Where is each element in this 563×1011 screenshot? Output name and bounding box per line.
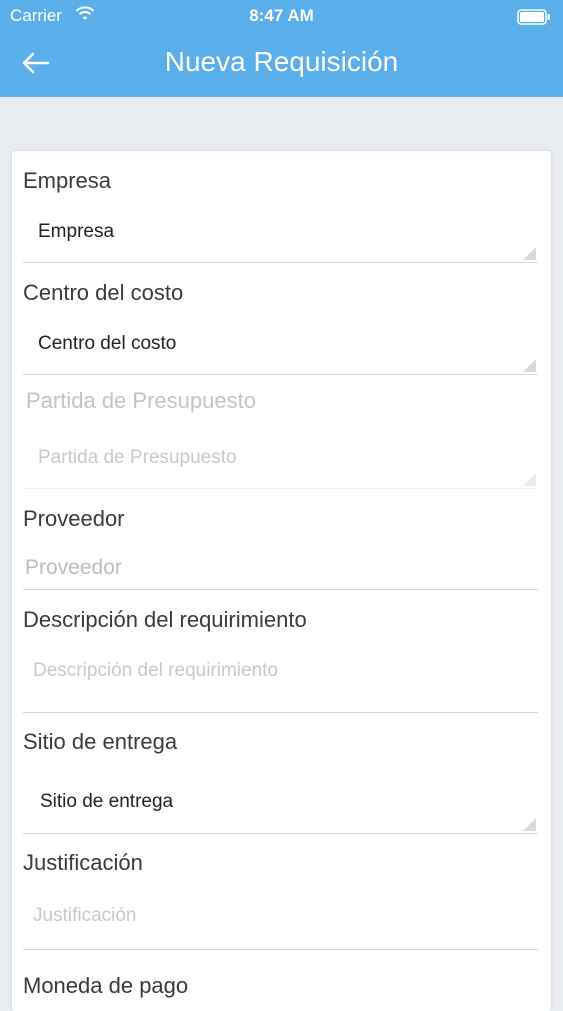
partida-label: Partida de Presupuesto bbox=[26, 388, 256, 413]
partida-placeholder: Partida de Presupuesto bbox=[38, 447, 237, 468]
centro-costo-label: Centro del costo bbox=[23, 280, 184, 305]
justificacion-placeholder: Justificación bbox=[33, 905, 137, 926]
descripcion-placeholder: Descripción del requirimiento bbox=[33, 660, 278, 681]
proveedor-input[interactable]: Proveedor bbox=[23, 544, 538, 590]
centro-costo-value: Centro del costo bbox=[38, 333, 177, 354]
nav-bar: Nueva Requisición bbox=[0, 32, 563, 97]
descripcion-textarea[interactable]: Descripción del requirimiento bbox=[23, 648, 538, 713]
partida-select[interactable]: Partida de Presupuesto bbox=[23, 427, 538, 489]
sitio-select[interactable]: Sitio de entrega bbox=[23, 771, 538, 834]
moneda-label: Moneda de pago bbox=[23, 973, 189, 998]
dropdown-caret-icon bbox=[523, 359, 536, 372]
sitio-value: Sitio de entrega bbox=[40, 791, 174, 812]
app-header: Carrier 8:47 AM Nueva Requisición bbox=[0, 0, 563, 97]
proveedor-label: Proveedor bbox=[23, 506, 125, 531]
proveedor-placeholder: Proveedor bbox=[25, 556, 122, 579]
justificacion-label: Justificación bbox=[23, 850, 143, 875]
empresa-select[interactable]: Empresa bbox=[23, 209, 538, 263]
centro-costo-select[interactable]: Centro del costo bbox=[23, 321, 538, 375]
justificacion-textarea[interactable]: Justificación bbox=[23, 891, 538, 950]
clock: 8:47 AM bbox=[249, 6, 314, 25]
page-title: Nueva Requisición bbox=[164, 46, 399, 77]
sitio-label: Sitio de entrega bbox=[23, 729, 178, 754]
empresa-label: Empresa bbox=[23, 168, 112, 193]
dropdown-caret-icon bbox=[523, 247, 536, 260]
battery-icon bbox=[517, 9, 551, 30]
dropdown-caret-icon bbox=[523, 818, 536, 831]
status-bar: Carrier 8:47 AM bbox=[0, 0, 563, 32]
form-card: Empresa Empresa Centro del costo Centro … bbox=[12, 151, 551, 1011]
descripcion-label: Descripción del requirimiento bbox=[23, 607, 307, 632]
empresa-value: Empresa bbox=[38, 221, 115, 242]
dropdown-caret-icon bbox=[523, 473, 536, 486]
